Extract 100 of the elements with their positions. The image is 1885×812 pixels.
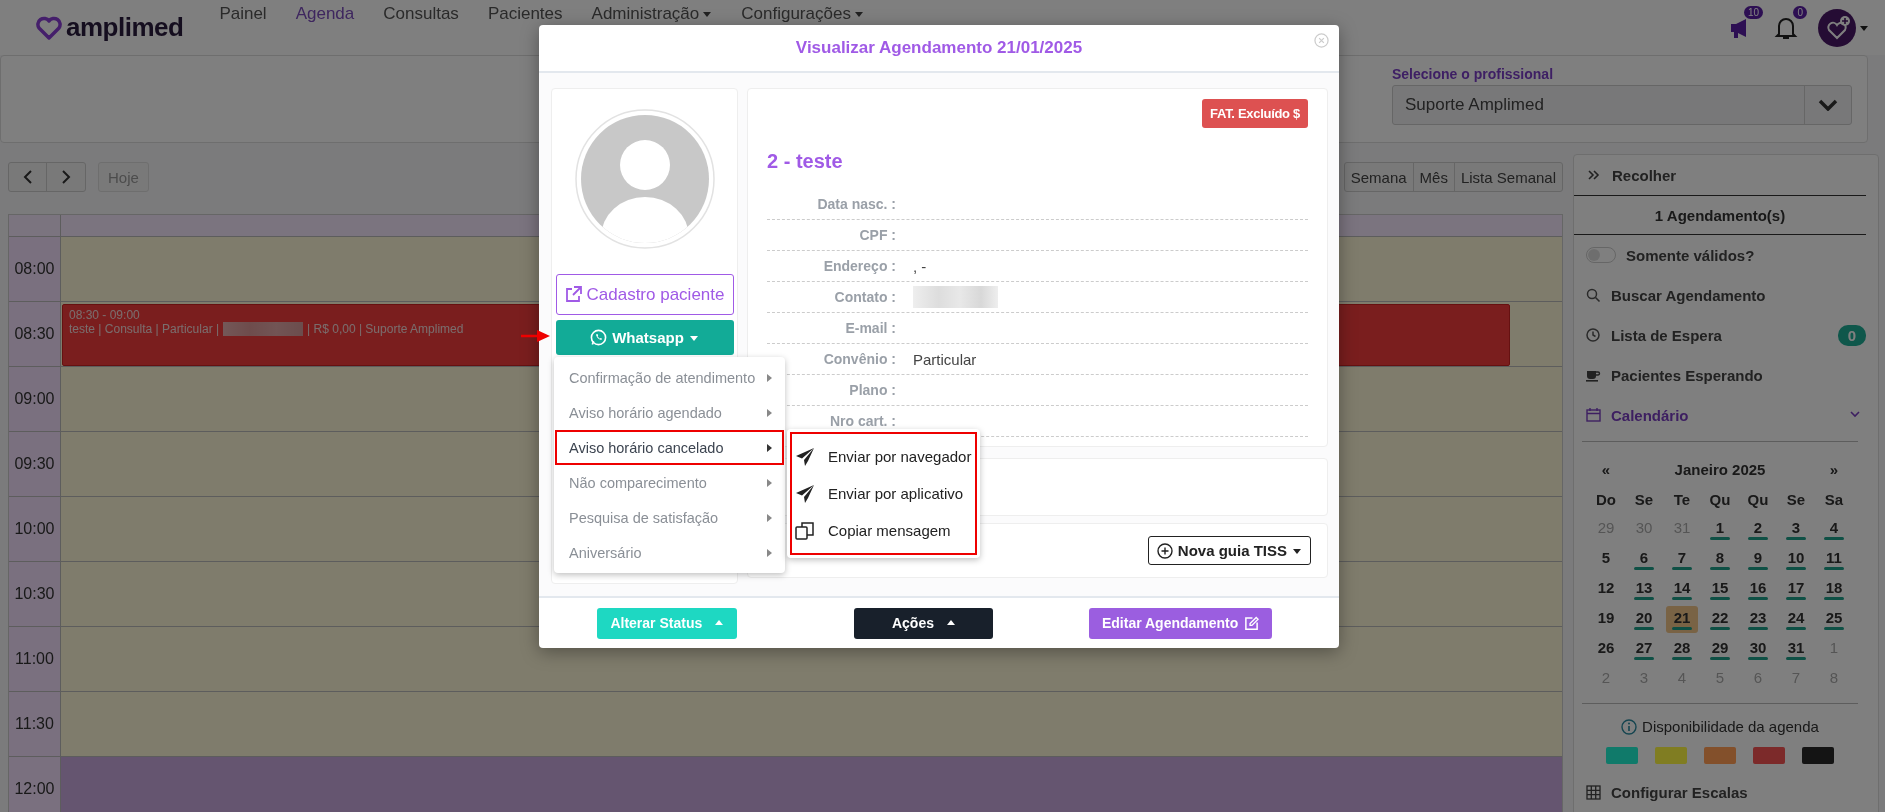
calendar-day[interactable]: 15: [1704, 576, 1736, 603]
toggle-switch[interactable]: [1586, 247, 1616, 263]
menu-item[interactable]: Copiar mensagem: [792, 512, 975, 549]
caret-right-icon: [767, 408, 772, 417]
paper-plane-icon: [795, 483, 815, 504]
edit-icon: [1244, 615, 1260, 631]
user-avatar-icon[interactable]: [1818, 8, 1856, 47]
calendar-day[interactable]: 13: [1628, 576, 1660, 603]
sidebar-link[interactable]: Buscar Agendamento: [1611, 286, 1766, 304]
calendar-day[interactable]: 14: [1666, 576, 1698, 603]
calendar-icon: [1586, 408, 1601, 422]
view-button[interactable]: Lista Semanal: [1454, 163, 1562, 191]
field-label: Selecione o profissional: [1392, 66, 1555, 82]
sidebar-link[interactable]: Pacientes Esperando: [1611, 366, 1763, 384]
calendar-day[interactable]: 4: [1818, 516, 1850, 543]
field-label: Endereço :: [822, 258, 896, 274]
calendar-day[interactable]: 10: [1780, 546, 1812, 573]
calendar-day[interactable]: 16: [1742, 576, 1774, 603]
calendar-day[interactable]: 1: [1704, 516, 1736, 543]
search-icon: [1586, 287, 1601, 303]
menu-item[interactable]: Aviso horário cancelado: [555, 430, 784, 465]
info-icon: [1621, 718, 1638, 735]
calendar-section-toggle[interactable]: Calendário: [1611, 406, 1689, 424]
weekday-label: Te: [1672, 490, 1692, 510]
calendar-day[interactable]: 18: [1818, 576, 1850, 603]
menu-item[interactable]: Pesquisa de satisfação: [555, 500, 784, 535]
external-link-icon: [564, 286, 582, 303]
calendar-day[interactable]: 27: [1628, 636, 1660, 663]
actions-button[interactable]: Ações: [854, 607, 994, 639]
double-chevron-right-icon[interactable]: [1588, 170, 1600, 180]
annotation-arrow: [521, 329, 551, 343]
calendar-day[interactable]: 11: [1818, 546, 1850, 573]
collapse-link[interactable]: Recolher: [1612, 166, 1677, 184]
menu-item[interactable]: Aviso horário agendado: [555, 395, 784, 430]
copy-icon: [795, 520, 815, 541]
next-month-button[interactable]: »: [1815, 456, 1853, 483]
whatsapp-button[interactable]: Whatsapp: [555, 320, 734, 355]
menu-item[interactable]: Enviar por aplicativo: [792, 475, 975, 512]
caret-right-icon: [767, 548, 772, 557]
weekday-label: Se: [1785, 490, 1807, 510]
menu-item[interactable]: Confirmação de atendimento: [555, 360, 784, 395]
time-label: 11:30: [9, 692, 61, 757]
field-label: E-mail :: [844, 320, 896, 336]
calendar-day[interactable]: 5: [1590, 546, 1622, 573]
calendar-day[interactable]: 20: [1628, 606, 1660, 633]
calendar-day[interactable]: 19: [1590, 606, 1622, 633]
caret-right-icon: [767, 443, 772, 452]
previous-month-button[interactable]: «: [1587, 456, 1625, 483]
calendar-day[interactable]: 9: [1742, 546, 1774, 573]
view-button[interactable]: Mês: [1413, 163, 1455, 191]
calendar-day[interactable]: 23: [1742, 606, 1774, 633]
field-label: CPF :: [858, 227, 896, 243]
edit-appointment-button[interactable]: Editar Agendamento: [1089, 607, 1273, 639]
weekday-label: Sa: [1823, 490, 1845, 510]
plus-circle-icon: [1156, 542, 1173, 559]
calendar-day[interactable]: 22: [1704, 606, 1736, 633]
professional-select[interactable]: Suporte Amplimed: [1392, 85, 1852, 125]
field-label: Convênio :: [822, 351, 896, 367]
caret-right-icon: [767, 513, 772, 522]
nav-link[interactable]: Agenda: [295, 4, 355, 23]
calendar-day[interactable]: 28: [1666, 636, 1698, 663]
view-button[interactable]: Semana: [1344, 163, 1414, 191]
time-label: 08:30: [9, 302, 61, 367]
calendar-day[interactable]: 6: [1628, 546, 1660, 573]
calendar-day[interactable]: 17: [1780, 576, 1812, 603]
calendar-day[interactable]: 8: [1704, 546, 1736, 573]
calendar-day[interactable]: 31: [1780, 636, 1812, 663]
calendar-day[interactable]: 26: [1590, 636, 1622, 663]
nav-link[interactable]: Pacientes: [487, 4, 563, 23]
new-tiss-button[interactable]: Nova guia TISS: [1147, 536, 1311, 565]
time-label: 10:30: [9, 562, 61, 627]
nav-link[interactable]: Configurações: [741, 4, 864, 23]
calendar-day[interactable]: 30: [1742, 636, 1774, 663]
sidebar-link[interactable]: Configurar Escalas: [1611, 783, 1748, 801]
dialog-title: Visualizar Agendamento 21/01/2025: [795, 38, 1083, 58]
caret-down-icon[interactable]: [1859, 23, 1869, 32]
calendar-day[interactable]: 2: [1742, 516, 1774, 543]
calendar-day[interactable]: 12: [1590, 576, 1622, 603]
nav-link[interactable]: Administração: [591, 4, 713, 23]
chevron-right-icon: [61, 170, 71, 184]
time-label: 09:30: [9, 432, 61, 497]
chevron-down-icon[interactable]: [1850, 411, 1860, 419]
calendar-day[interactable]: 21: [1666, 606, 1698, 633]
menu-item[interactable]: Enviar por navegador: [792, 438, 975, 475]
calendar-day[interactable]: 29: [1704, 636, 1736, 663]
calendar-day[interactable]: 3: [1780, 516, 1812, 543]
nav-link[interactable]: Consultas: [383, 4, 459, 23]
whatsapp-icon: [590, 329, 608, 346]
appointment-text: | R$ 0,00 | Suporte Amplimed: [307, 322, 464, 336]
menu-item[interactable]: Aniversário: [555, 535, 784, 570]
patient-record-button[interactable]: Cadastro paciente: [555, 274, 734, 315]
calendar-day[interactable]: 24: [1780, 606, 1812, 633]
logo-text: amplimed: [66, 12, 184, 43]
notification-badge: 10: [1743, 5, 1763, 19]
sidebar-link[interactable]: Lista de Espera: [1611, 326, 1722, 344]
nav-link[interactable]: Painel: [219, 4, 267, 23]
month-title: Janeiro 2025: [1673, 460, 1767, 480]
menu-item[interactable]: Não comparecimento: [555, 465, 784, 500]
calendar-day[interactable]: 7: [1666, 546, 1698, 573]
calendar-day[interactable]: 25: [1818, 606, 1850, 633]
